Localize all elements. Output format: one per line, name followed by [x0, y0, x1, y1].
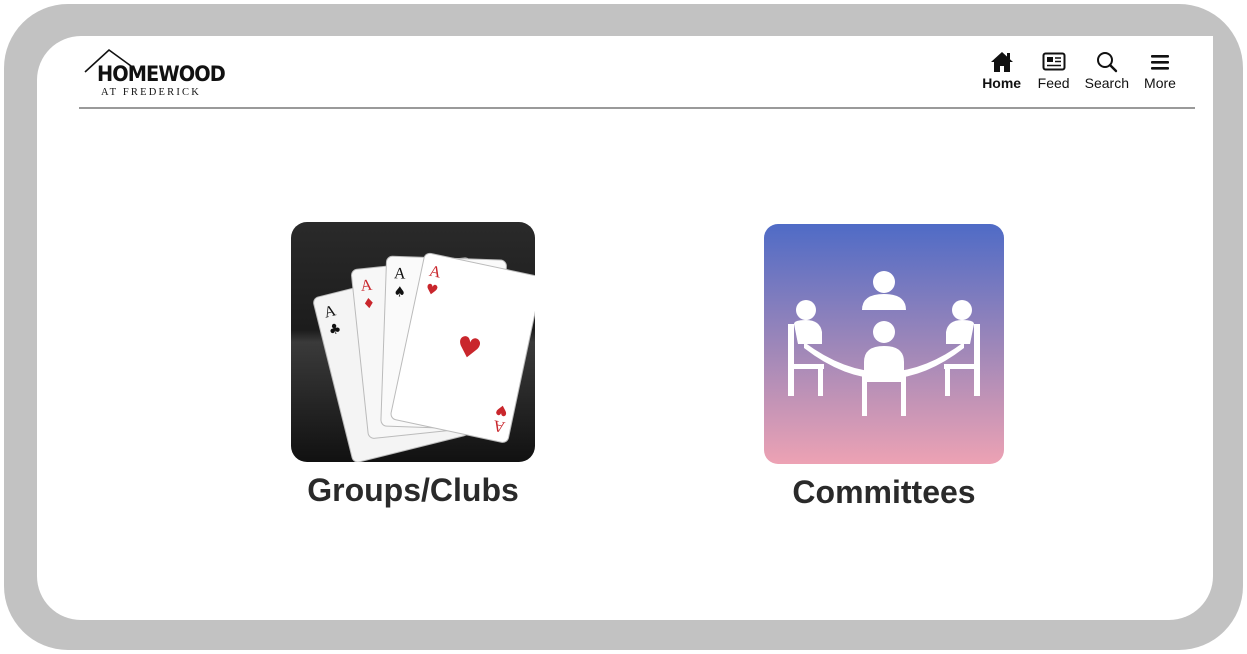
nav-feed[interactable]: Feed: [1033, 50, 1075, 91]
nav-home[interactable]: Home: [981, 50, 1023, 91]
menu-icon: [1150, 50, 1170, 74]
committees-label: Committees: [792, 474, 976, 510]
nav-more[interactable]: More: [1139, 50, 1181, 91]
groups-clubs-label: Groups/Clubs: [307, 472, 519, 508]
svg-text:♦: ♦: [362, 296, 376, 313]
committees-tile[interactable]: Committees: [764, 224, 1004, 511]
logo-main-text: HOMEWOOD: [97, 62, 226, 86]
nav-search[interactable]: Search: [1085, 50, 1129, 91]
svg-text:♠: ♠: [393, 284, 406, 300]
top-nav: Home Feed Search More: [981, 50, 1181, 91]
meeting-table-icon: [764, 224, 1004, 464]
logo-sub-text: AT FREDERICK: [101, 87, 202, 98]
search-icon: [1096, 50, 1118, 74]
nav-feed-label: Feed: [1037, 75, 1070, 91]
homewood-logo[interactable]: HOMEWOOD AT FREDERICK: [83, 48, 226, 102]
svg-text:A: A: [360, 277, 374, 295]
home-icon: [990, 50, 1014, 74]
groups-clubs-tile[interactable]: A ♣ A ♦ A ♠ A ♥ ♥ A ♥ Groups/Clubs: [291, 222, 535, 509]
nav-home-label: Home: [982, 75, 1022, 91]
nav-more-label: More: [1144, 75, 1176, 91]
newspaper-icon: [1042, 50, 1066, 74]
nav-search-label: Search: [1084, 75, 1129, 91]
top-header: HOMEWOOD AT FREDERICK Home Feed Search M…: [79, 36, 1195, 109]
playing-cards-icon: A ♣ A ♦ A ♠ A ♥ ♥ A ♥: [291, 222, 535, 462]
app-screen: HOMEWOOD AT FREDERICK Home Feed Search M…: [37, 36, 1213, 620]
svg-text:A: A: [394, 265, 407, 282]
